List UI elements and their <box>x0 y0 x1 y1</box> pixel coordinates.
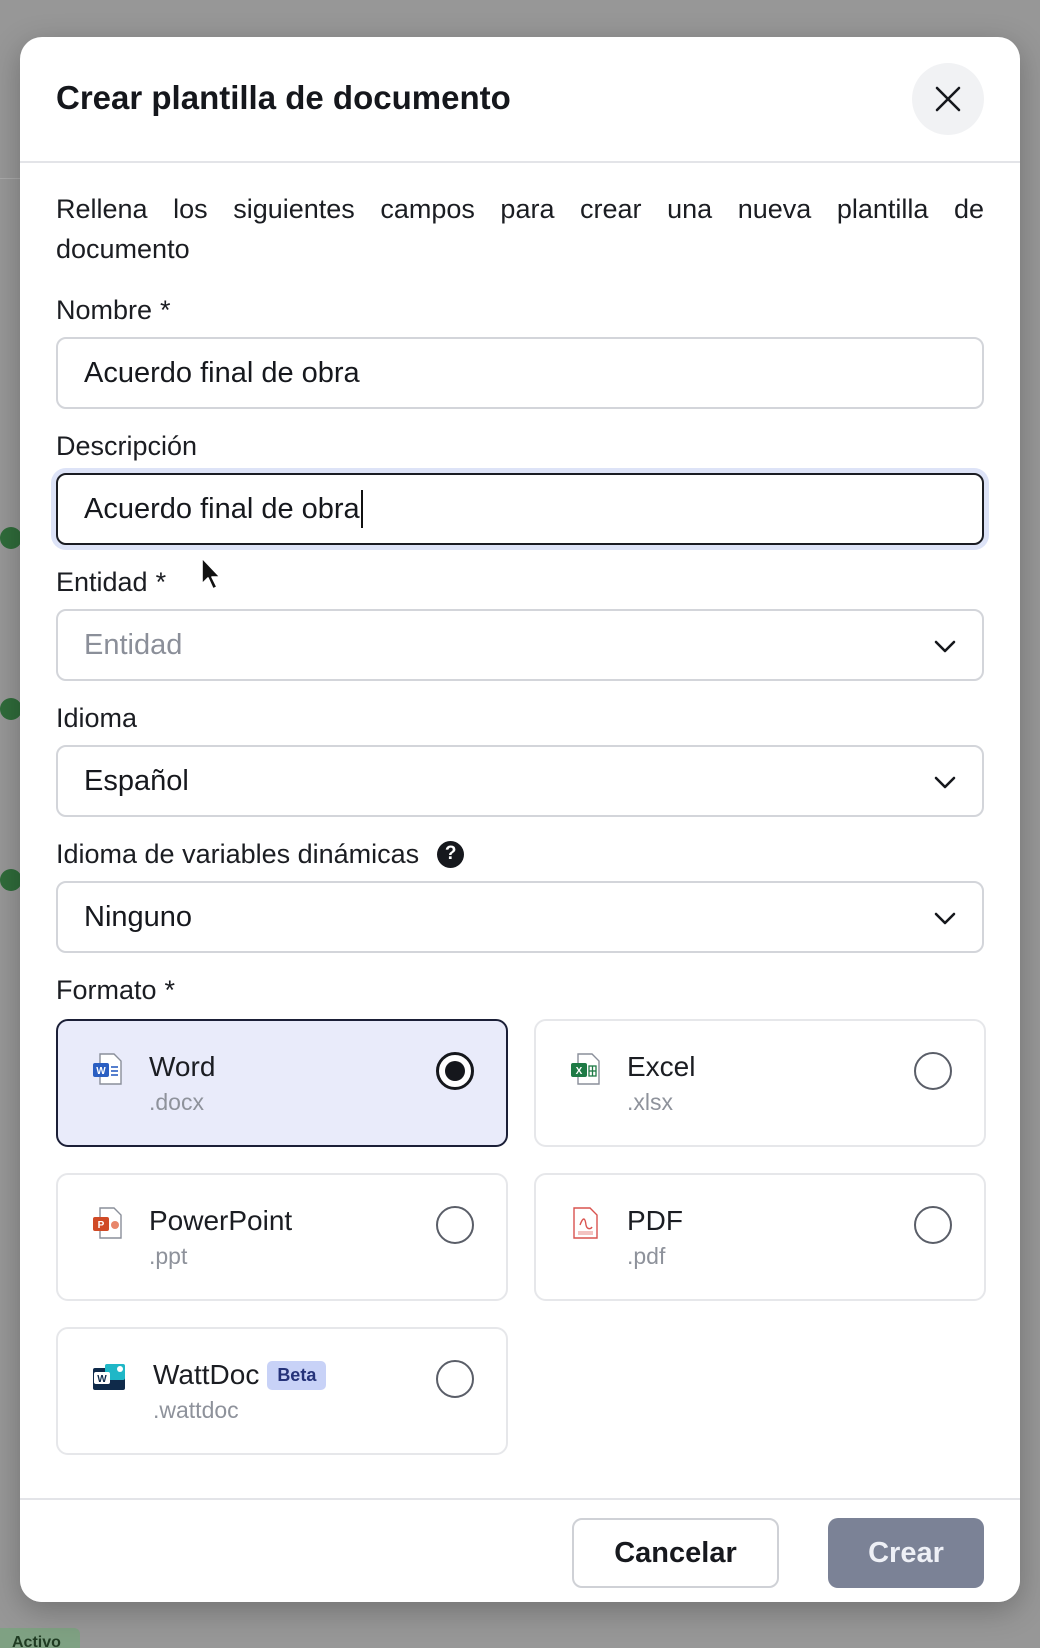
format-name: Word <box>149 1051 216 1082</box>
format-name: PDF <box>627 1205 683 1236</box>
format-name: WattDoc Beta <box>153 1359 327 1391</box>
background-status-icon <box>0 527 22 549</box>
create-button[interactable]: Crear <box>828 1518 984 1588</box>
beta-badge: Beta <box>267 1360 327 1390</box>
chevron-down-icon <box>934 776 956 789</box>
entidad-label-text: Entidad <box>56 566 148 597</box>
modal-footer: Cancelar Crear <box>20 1498 1020 1602</box>
svg-text:P: P <box>98 1220 105 1231</box>
format-radio[interactable] <box>914 1206 952 1244</box>
format-name-text: WattDoc <box>153 1359 260 1390</box>
modal-header: Crear plantilla de documento <box>20 37 1020 163</box>
format-name: Excel <box>627 1051 696 1082</box>
descripcion-label: Descripción <box>56 429 984 463</box>
powerpoint-file-icon: P <box>93 1207 122 1239</box>
format-option-word[interactable]: W Word .docx <box>56 1019 508 1147</box>
excel-file-icon: X <box>571 1053 600 1085</box>
entidad-select[interactable]: Entidad <box>56 609 984 681</box>
chevron-down-icon <box>934 912 956 925</box>
background-status-icon <box>0 869 22 891</box>
required-mark: * <box>160 294 171 325</box>
svg-text:W: W <box>97 1374 107 1385</box>
idioma-variables-label: Idioma de variables dinámicas ? <box>56 837 984 871</box>
idioma-variables-value: Ninguno <box>84 900 193 933</box>
format-option-pdf[interactable]: PDF .pdf <box>534 1173 986 1301</box>
descripcion-label-text: Descripción <box>56 430 198 461</box>
nombre-value: Acuerdo final de obra <box>84 356 360 389</box>
entidad-placeholder: Entidad <box>84 628 183 661</box>
formato-label: Formato * <box>56 973 984 1007</box>
nombre-input[interactable]: Acuerdo final de obra <box>56 337 984 409</box>
cancel-button[interactable]: Cancelar <box>572 1518 779 1588</box>
idioma-select[interactable]: Español <box>56 745 984 817</box>
idioma-label-text: Idioma <box>56 702 138 733</box>
modal-title: Crear plantilla de documento <box>56 79 511 116</box>
idioma-label: Idioma <box>56 701 984 735</box>
format-radio[interactable] <box>914 1052 952 1090</box>
format-extension: .pdf <box>627 1243 666 1269</box>
background-divider <box>0 178 20 179</box>
required-mark: * <box>155 566 167 597</box>
format-options: W Word .docx X Excel .xlsx P PowerPoint … <box>56 1019 986 1455</box>
format-name: PowerPoint <box>149 1205 293 1236</box>
format-extension: .wattdoc <box>153 1397 239 1423</box>
svg-text:X: X <box>576 1066 583 1077</box>
background-status-icon <box>0 698 22 720</box>
wattdoc-file-icon: W <box>93 1364 125 1390</box>
descripcion-value: Acuerdo final de obra <box>84 492 360 525</box>
entidad-label: Entidad * <box>56 565 984 599</box>
create-template-modal: Crear plantilla de documento Rellena los… <box>20 37 1020 1602</box>
idioma-value: Español <box>84 764 189 797</box>
pdf-file-icon <box>573 1207 598 1239</box>
format-radio[interactable] <box>436 1206 474 1244</box>
idioma-variables-select[interactable]: Ninguno <box>56 881 984 953</box>
idioma-variables-label-text: Idioma de variables dinámicas <box>56 838 420 869</box>
format-option-powerpoint[interactable]: P PowerPoint .ppt <box>56 1173 508 1301</box>
format-radio[interactable] <box>436 1360 474 1398</box>
format-option-wattdoc[interactable]: W WattDoc Beta .wattdoc <box>56 1327 508 1455</box>
close-icon <box>935 86 961 112</box>
text-caret <box>360 490 363 528</box>
word-file-icon: W <box>93 1053 122 1085</box>
help-icon[interactable]: ? <box>437 840 465 868</box>
nombre-label: Nombre * <box>56 293 984 327</box>
intro-text: Rellena los siguientes campos para crear… <box>56 194 984 264</box>
format-extension: .docx <box>149 1089 204 1115</box>
descripcion-input[interactable]: Acuerdo final de obra <box>56 473 984 545</box>
format-extension: .xlsx <box>627 1089 673 1115</box>
background-status-badge: Activo <box>0 1628 80 1648</box>
format-radio[interactable] <box>436 1052 474 1090</box>
mouse-pointer-icon <box>201 557 221 590</box>
formato-label-text: Formato <box>56 974 157 1005</box>
chevron-down-icon <box>934 640 956 653</box>
format-extension: .ppt <box>149 1243 188 1269</box>
close-button[interactable] <box>912 63 984 135</box>
nombre-label-text: Nombre <box>56 294 153 325</box>
svg-text:W: W <box>96 1066 106 1077</box>
required-mark: * <box>164 974 176 1005</box>
modal-body: Rellena los siguientes campos para crear… <box>20 163 1020 1455</box>
format-option-excel[interactable]: X Excel .xlsx <box>534 1019 986 1147</box>
